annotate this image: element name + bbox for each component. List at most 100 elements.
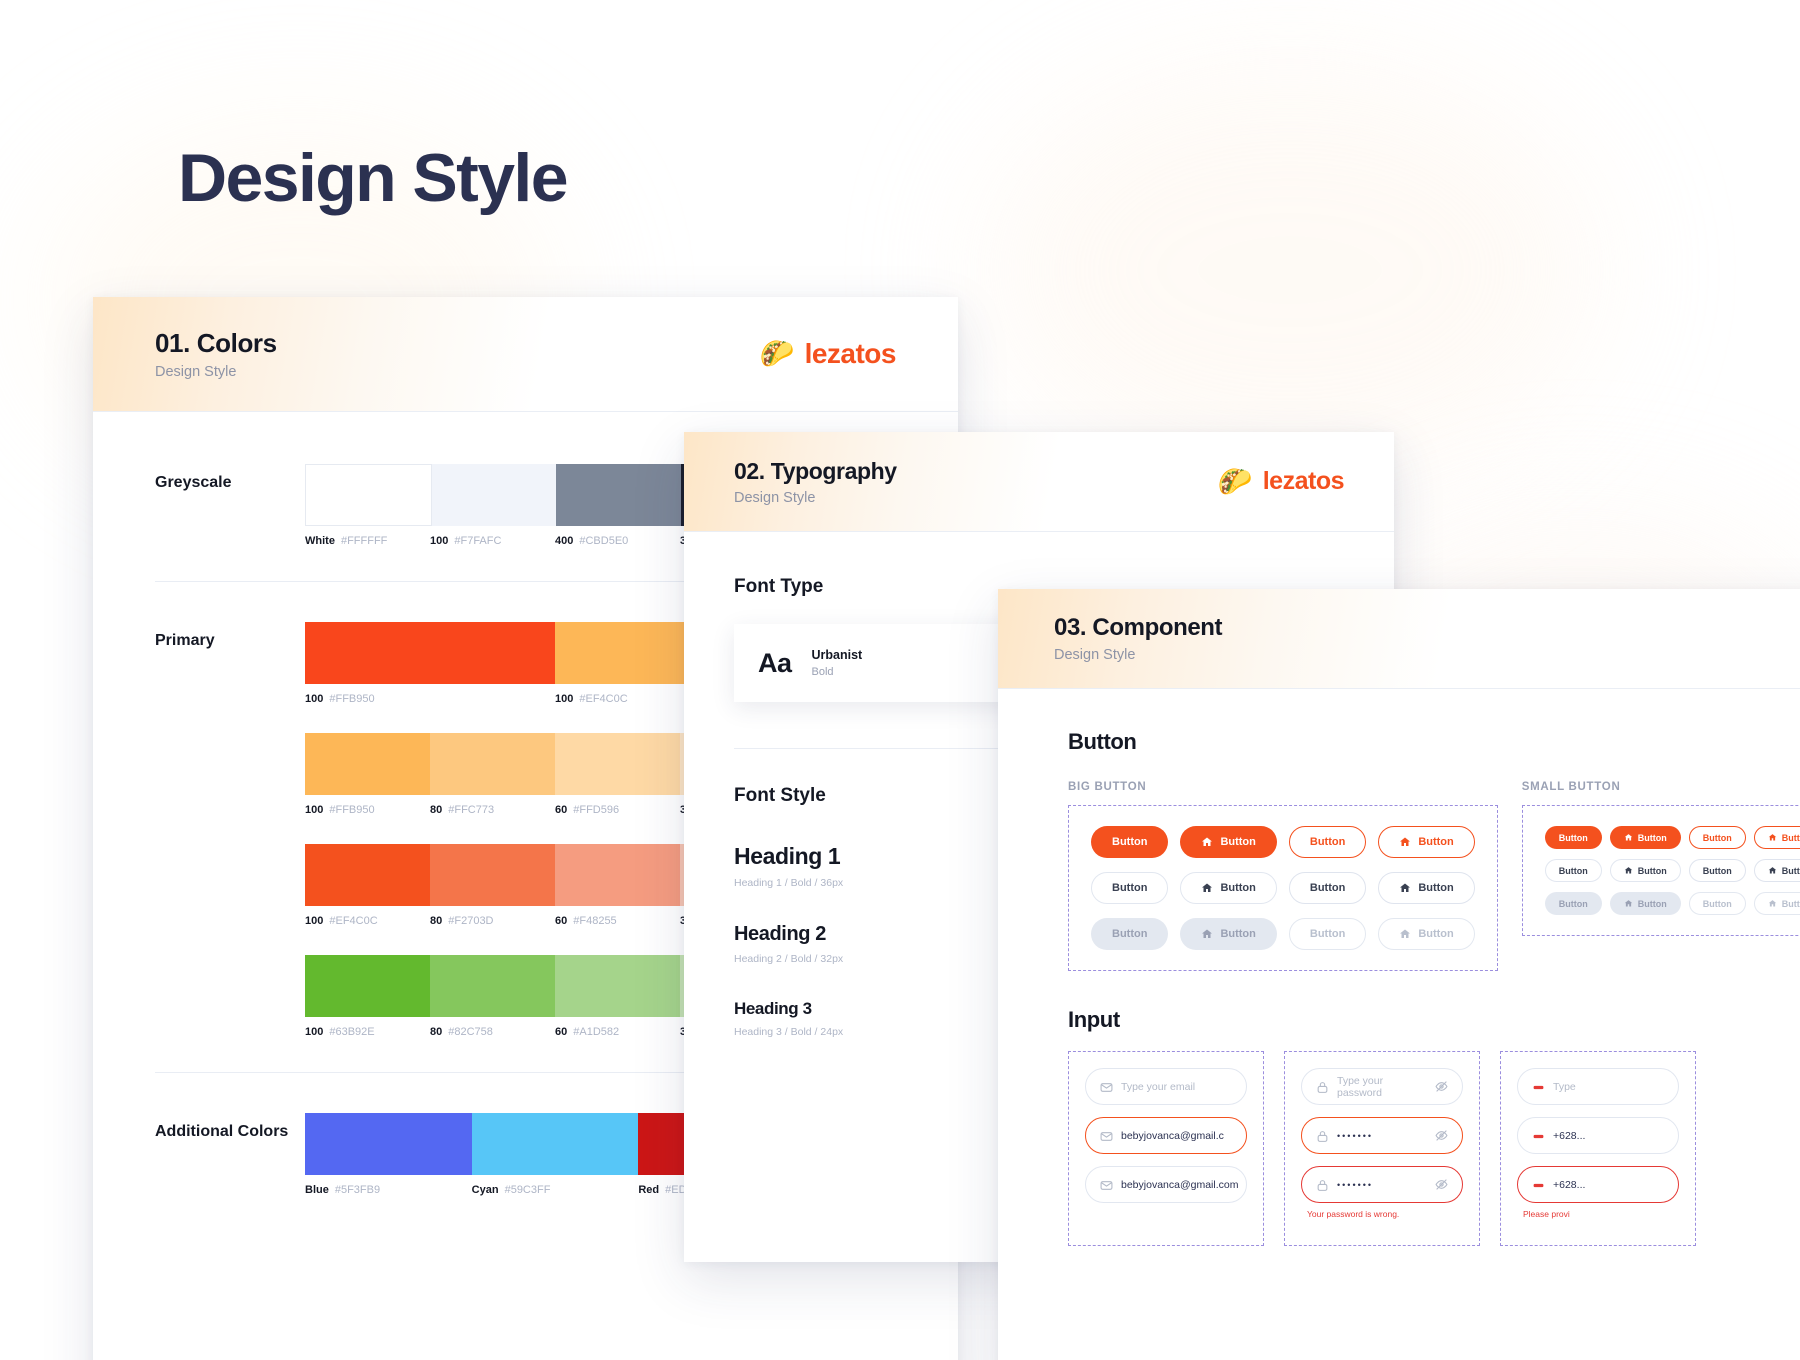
input-field[interactable]: ••••••• (1301, 1117, 1463, 1154)
button-outline[interactable]: Button (1378, 826, 1475, 858)
button-label: Button (1418, 882, 1454, 894)
color-swatch[interactable] (556, 464, 681, 526)
color-swatch[interactable] (430, 955, 555, 1017)
input-field[interactable]: ••••••• (1301, 1166, 1463, 1203)
swatch-tone: 100 (430, 535, 449, 547)
home-icon (1768, 833, 1777, 842)
swatch-tone: 100 (305, 693, 324, 705)
swatch-tone: 400 (555, 535, 574, 547)
swatch-tone: Red (638, 1184, 660, 1196)
small-button-muted[interactable]: Button (1544, 892, 1602, 915)
color-swatch[interactable] (305, 622, 555, 684)
swatch-hex: #CBD5E0 (579, 535, 629, 547)
button-muted-o[interactable]: Button (1288, 918, 1367, 950)
input-field[interactable]: bebyjovanca@gmail.c (1085, 1117, 1247, 1154)
swatch-hex: #FFB950 (329, 693, 375, 705)
home-icon (1768, 899, 1777, 908)
color-swatch[interactable] (431, 464, 556, 526)
component-body: Button BIG BUTTON Button Button Button Butt… (998, 689, 1800, 1246)
color-swatch[interactable] (430, 733, 555, 795)
font-weight: Bold (811, 666, 834, 678)
input-field[interactable]: Type your email (1085, 1068, 1247, 1105)
button-label: Button (1637, 898, 1667, 909)
small-button-muted-o[interactable]: Button (1753, 892, 1800, 915)
swatch-hex: #FFD596 (573, 804, 620, 816)
small-button-ghost[interactable]: Button (1544, 859, 1602, 882)
color-swatch[interactable] (305, 1113, 472, 1175)
small-button-muted-o[interactable]: Button (1688, 892, 1746, 915)
small-button-outline[interactable]: Button (1753, 826, 1800, 849)
lock-icon (1316, 1130, 1328, 1142)
input-field[interactable]: +628... (1517, 1117, 1679, 1154)
brand-logo: 🌮 lezatos (1218, 467, 1394, 496)
swatch-hex: #82C758 (448, 1026, 493, 1038)
color-section-label: Primary (155, 632, 215, 649)
phone-value: +628... (1553, 1129, 1586, 1142)
swatch-tone: 80 (430, 1026, 443, 1038)
home-icon (1399, 882, 1411, 894)
button-outline[interactable]: Button (1288, 826, 1367, 858)
email-placeholder: Type your email (1121, 1080, 1196, 1093)
font-type-card: Aa Urbanist Bold (734, 624, 1028, 702)
small-button-fill[interactable]: Button (1609, 826, 1681, 849)
swatch-hex: #FFFFFF (340, 535, 388, 547)
swatch-label: 80 #FFC773 (430, 804, 555, 816)
button-muted-o[interactable]: Button (1378, 918, 1475, 950)
swatch-hex: #5F3FB9 (334, 1184, 381, 1196)
button-ghost[interactable]: Button (1180, 872, 1277, 904)
eye-off-icon[interactable] (1435, 1080, 1448, 1093)
button-label: Button (1418, 928, 1454, 940)
small-button-ghost[interactable]: Button (1609, 859, 1681, 882)
input-field[interactable]: Type (1517, 1068, 1679, 1105)
color-swatch[interactable] (555, 844, 680, 906)
swatch-tone: Cyan (471, 1184, 499, 1196)
input-field[interactable]: bebyjovanca@gmail.com (1085, 1166, 1247, 1203)
brand-name: lezatos (804, 338, 897, 369)
eye-off-icon[interactable] (1435, 1129, 1448, 1142)
small-button-muted[interactable]: Button (1609, 892, 1681, 915)
button-ghost2[interactable]: Button (1288, 872, 1367, 904)
color-swatch[interactable] (555, 955, 680, 1017)
swatch-hex: #EF4C0C (329, 915, 378, 927)
swatch-tone: 100 (305, 1026, 324, 1038)
button-label: Button (1637, 865, 1667, 876)
color-swatch[interactable] (305, 464, 432, 526)
small-button-ghost2[interactable]: Button (1688, 859, 1746, 882)
font-style-meta: Heading 3 / Bold / 24px (734, 1026, 844, 1038)
font-style-meta: Heading 2 / Bold / 32px (734, 953, 844, 965)
swatch-hex: #FFB950 (329, 804, 375, 816)
home-icon (1768, 866, 1777, 875)
button-fill[interactable]: Button (1180, 826, 1277, 858)
color-swatch[interactable] (555, 733, 680, 795)
input-field[interactable]: +628... (1517, 1166, 1679, 1203)
button-muted[interactable]: Button (1180, 918, 1277, 950)
button-fill[interactable]: Button (1091, 826, 1169, 858)
button-ghost2[interactable]: Button (1378, 872, 1475, 904)
color-swatch[interactable] (305, 955, 430, 1017)
card-colors-titles: 01. Colors Design Style (93, 328, 277, 380)
color-swatch[interactable] (471, 1113, 639, 1175)
eye-off-icon[interactable] (1435, 1178, 1448, 1191)
big-button-box: Button Button Button Button Button Button Butt… (1068, 805, 1498, 971)
button-ghost[interactable]: Button (1091, 872, 1169, 904)
button-label: Button (1702, 898, 1732, 909)
card-colors-header: 01. Colors Design Style 🌮 lezatos (93, 297, 958, 412)
card-component: 03. Component Design Style Button BIG BU… (998, 589, 1800, 1360)
small-button-fill[interactable]: Button (1544, 826, 1602, 849)
button-label: Button (1702, 865, 1732, 876)
input-heading: Input (1068, 1007, 1120, 1032)
button-muted[interactable]: Button (1091, 918, 1169, 950)
home-icon (1399, 836, 1411, 848)
button-label: Button (1112, 882, 1148, 894)
home-icon (1201, 928, 1213, 940)
swatch-label: 100 #FFB950 (305, 693, 555, 705)
color-swatch[interactable] (305, 733, 430, 795)
button-label: Button (1781, 832, 1800, 843)
small-button-ghost2[interactable]: Button (1753, 859, 1800, 882)
color-section-label: Additional Colors (155, 1123, 289, 1140)
color-swatch[interactable] (305, 844, 430, 906)
input-field[interactable]: Type your password (1301, 1068, 1463, 1105)
small-button-outline[interactable]: Button (1688, 826, 1746, 849)
color-swatch[interactable] (430, 844, 555, 906)
small-button-group: SMALL BUTTON ButtonButtonButtonButtonBut… (1521, 781, 1800, 971)
